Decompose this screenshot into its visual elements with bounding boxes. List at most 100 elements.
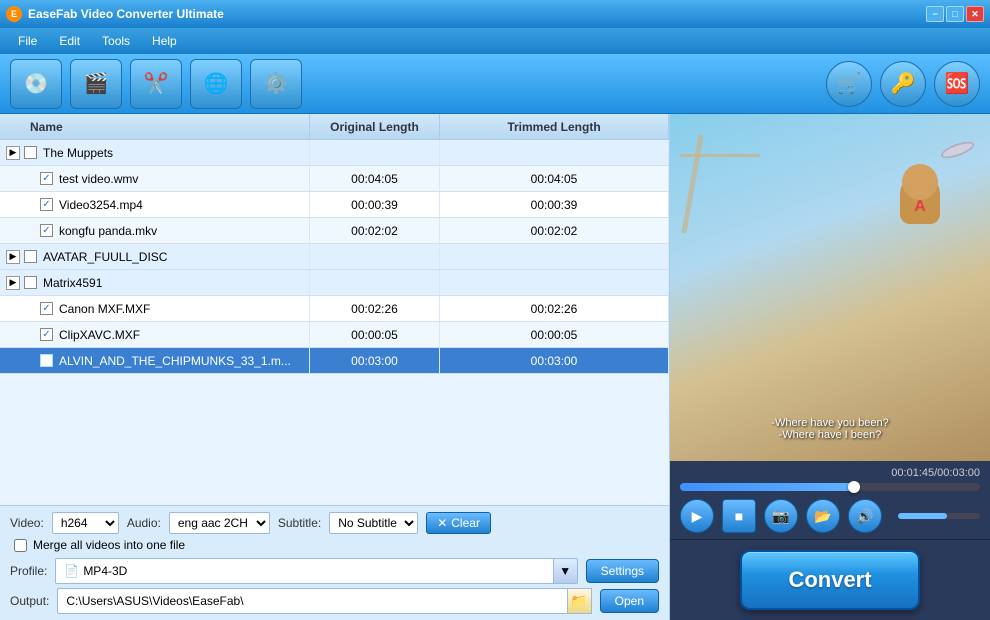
table-header: Name Original Length Trimmed Length (0, 114, 669, 140)
video-controls: 00:01:45/00:03:00 ▶ ■ 📷 📂 🔊 (670, 461, 990, 539)
row-checkbox[interactable] (40, 198, 53, 211)
menu-edit[interactable]: Edit (49, 31, 90, 51)
clear-button[interactable]: ✕ Clear (426, 512, 491, 534)
play-button[interactable]: ▶ (680, 499, 714, 533)
table-row[interactable]: Canon MXF.MXF 00:02:26 00:02:26 (0, 296, 669, 322)
subtitle-dropdown[interactable]: No Subtitle English (329, 512, 418, 534)
profile-input[interactable]: 📄 MP4-3D (55, 558, 553, 584)
dvd-icon: 💿 (24, 71, 49, 96)
output-path-field[interactable]: C:\Users\ASUS\Videos\EaseFab\ (57, 588, 567, 614)
row-name-cell: kongfu panda.mkv (0, 218, 310, 243)
video-subtitle: -Where have you been? -Where have I been… (771, 417, 888, 441)
trim-icon: ✂️ (144, 71, 169, 96)
file-panel: Name Original Length Trimmed Length ▶ Th… (0, 114, 670, 620)
main-content: Name Original Length Trimmed Length ▶ Th… (0, 114, 990, 620)
settings-button[interactable]: Settings (586, 559, 659, 583)
row-checkbox[interactable] (40, 302, 53, 315)
row-name-cell: ▶ AVATAR_FUULL_DISC (0, 244, 310, 269)
video-preview: A -Where have you been? -Where have I be… (670, 114, 990, 461)
open-folder-button[interactable]: 📂 (806, 499, 840, 533)
clear-icon: ✕ (437, 516, 447, 530)
help-button[interactable]: 🆘 (934, 61, 980, 107)
table-row[interactable]: Video3254.mp4 00:00:39 00:00:39 (0, 192, 669, 218)
minimize-button[interactable]: − (926, 6, 944, 22)
preview-panel: A -Where have you been? -Where have I be… (670, 114, 990, 620)
output-row: Output: C:\Users\ASUS\Videos\EaseFab\ 📁 … (10, 588, 659, 614)
table-row[interactable]: ▶ The Muppets (0, 140, 669, 166)
progress-thumb[interactable] (848, 481, 860, 493)
bluray-button[interactable]: 🌐 (190, 59, 242, 109)
profile-dropdown-arrow[interactable]: ▼ (554, 558, 578, 584)
video-dropdown[interactable]: h264 h265 mpeg4 (52, 512, 119, 534)
shop-button[interactable]: 🛒 (826, 61, 872, 107)
profile-label: Profile: (10, 564, 47, 578)
volume-slider[interactable] (898, 513, 980, 519)
merge-row: Merge all videos into one file (10, 538, 659, 552)
volume-button[interactable]: 🔊 (848, 499, 882, 533)
table-row[interactable]: ClipXAVC.MXF 00:00:05 00:00:05 (0, 322, 669, 348)
app-title: EaseFab Video Converter Ultimate (28, 7, 224, 21)
close-button[interactable]: ✕ (966, 6, 984, 22)
video-frame: A -Where have you been? -Where have I be… (670, 114, 990, 461)
expand-icon[interactable]: ▶ (6, 250, 20, 264)
toolbar: 💿 🎬 ✂️ 🌐 ⚙️ 🛒 🔑 🆘 (0, 54, 990, 114)
row-name-cell: Canon MXF.MXF (0, 296, 310, 321)
open-button[interactable]: Open (600, 589, 659, 613)
profile-row: Profile: 📄 MP4-3D ▼ Settings (10, 558, 659, 584)
row-checkbox[interactable] (40, 172, 53, 185)
stop-button[interactable]: ■ (722, 499, 756, 533)
row-name-cell: ▶ Matrix4591 (0, 270, 310, 295)
table-row[interactable]: ALVIN_AND_THE_CHIPMUNKS_33_1.m... 00:03:… (0, 348, 669, 374)
convert-area: Convert (670, 539, 990, 620)
row-checkbox[interactable] (40, 328, 53, 341)
profile-value: MP4-3D (83, 564, 127, 578)
output-label: Output: (10, 594, 49, 608)
video-label: Video: (10, 516, 44, 530)
register-button[interactable]: 🔑 (880, 61, 926, 107)
maximize-button[interactable]: □ (946, 6, 964, 22)
menu-help[interactable]: Help (142, 31, 187, 51)
table-row[interactable]: ▶ Matrix4591 (0, 270, 669, 296)
bottom-controls: Video: h264 h265 mpeg4 Audio: eng aac 2C… (0, 505, 669, 620)
merge-checkbox[interactable] (14, 539, 27, 552)
subtitle-label: Subtitle: (278, 516, 321, 530)
row-name-cell: ClipXAVC.MXF (0, 322, 310, 347)
row-checkbox[interactable] (40, 224, 53, 237)
menu-tools[interactable]: Tools (92, 31, 140, 51)
row-checkbox[interactable] (24, 250, 37, 263)
convert-button[interactable]: Convert (740, 550, 920, 610)
titlebar: E EaseFab Video Converter Ultimate − □ ✕ (0, 0, 990, 28)
expand-icon[interactable]: ▶ (6, 146, 20, 160)
menu-file[interactable]: File (8, 31, 47, 51)
settings-toolbar-button[interactable]: ⚙️ (250, 59, 302, 109)
row-name-cell: ▶ The Muppets (0, 140, 310, 165)
add-dvd-button[interactable]: 💿 (10, 59, 62, 109)
audio-dropdown[interactable]: eng aac 2CH eng ac3 5.1 (169, 512, 270, 534)
menubar: File Edit Tools Help (0, 28, 990, 54)
media-controls-row: Video: h264 h265 mpeg4 Audio: eng aac 2C… (10, 512, 659, 534)
row-name-cell: Video3254.mp4 (0, 192, 310, 217)
row-checkbox[interactable] (40, 354, 53, 367)
col-header-name: Name (0, 114, 310, 139)
merge-label[interactable]: Merge all videos into one file (33, 538, 185, 552)
file-list: ▶ The Muppets test video.wmv 00:04:05 00… (0, 140, 669, 505)
trim-button[interactable]: ✂️ (130, 59, 182, 109)
snapshot-button[interactable]: 📷 (764, 499, 798, 533)
expand-icon[interactable]: ▶ (6, 276, 20, 290)
titlebar-controls[interactable]: − □ ✕ (926, 6, 984, 22)
row-name-cell: test video.wmv (0, 166, 310, 191)
table-row[interactable]: kongfu panda.mkv 00:02:02 00:02:02 (0, 218, 669, 244)
table-row[interactable]: ▶ AVATAR_FUULL_DISC (0, 244, 669, 270)
table-row[interactable]: test video.wmv 00:04:05 00:04:05 (0, 166, 669, 192)
row-checkbox[interactable] (24, 146, 37, 159)
add-video-button[interactable]: 🎬 (70, 59, 122, 109)
browse-folder-button[interactable]: 📁 (568, 588, 592, 614)
row-checkbox[interactable] (24, 276, 37, 289)
titlebar-left: E EaseFab Video Converter Ultimate (6, 6, 224, 22)
toolbar-right: 🛒 🔑 🆘 (826, 61, 980, 107)
time-display: 00:01:45/00:03:00 (680, 467, 980, 479)
progress-bar[interactable] (680, 483, 980, 491)
add-video-icon: 🎬 (84, 71, 109, 96)
bluray-icon: 🌐 (204, 71, 229, 96)
playback-controls: ▶ ■ 📷 📂 🔊 (680, 499, 980, 533)
